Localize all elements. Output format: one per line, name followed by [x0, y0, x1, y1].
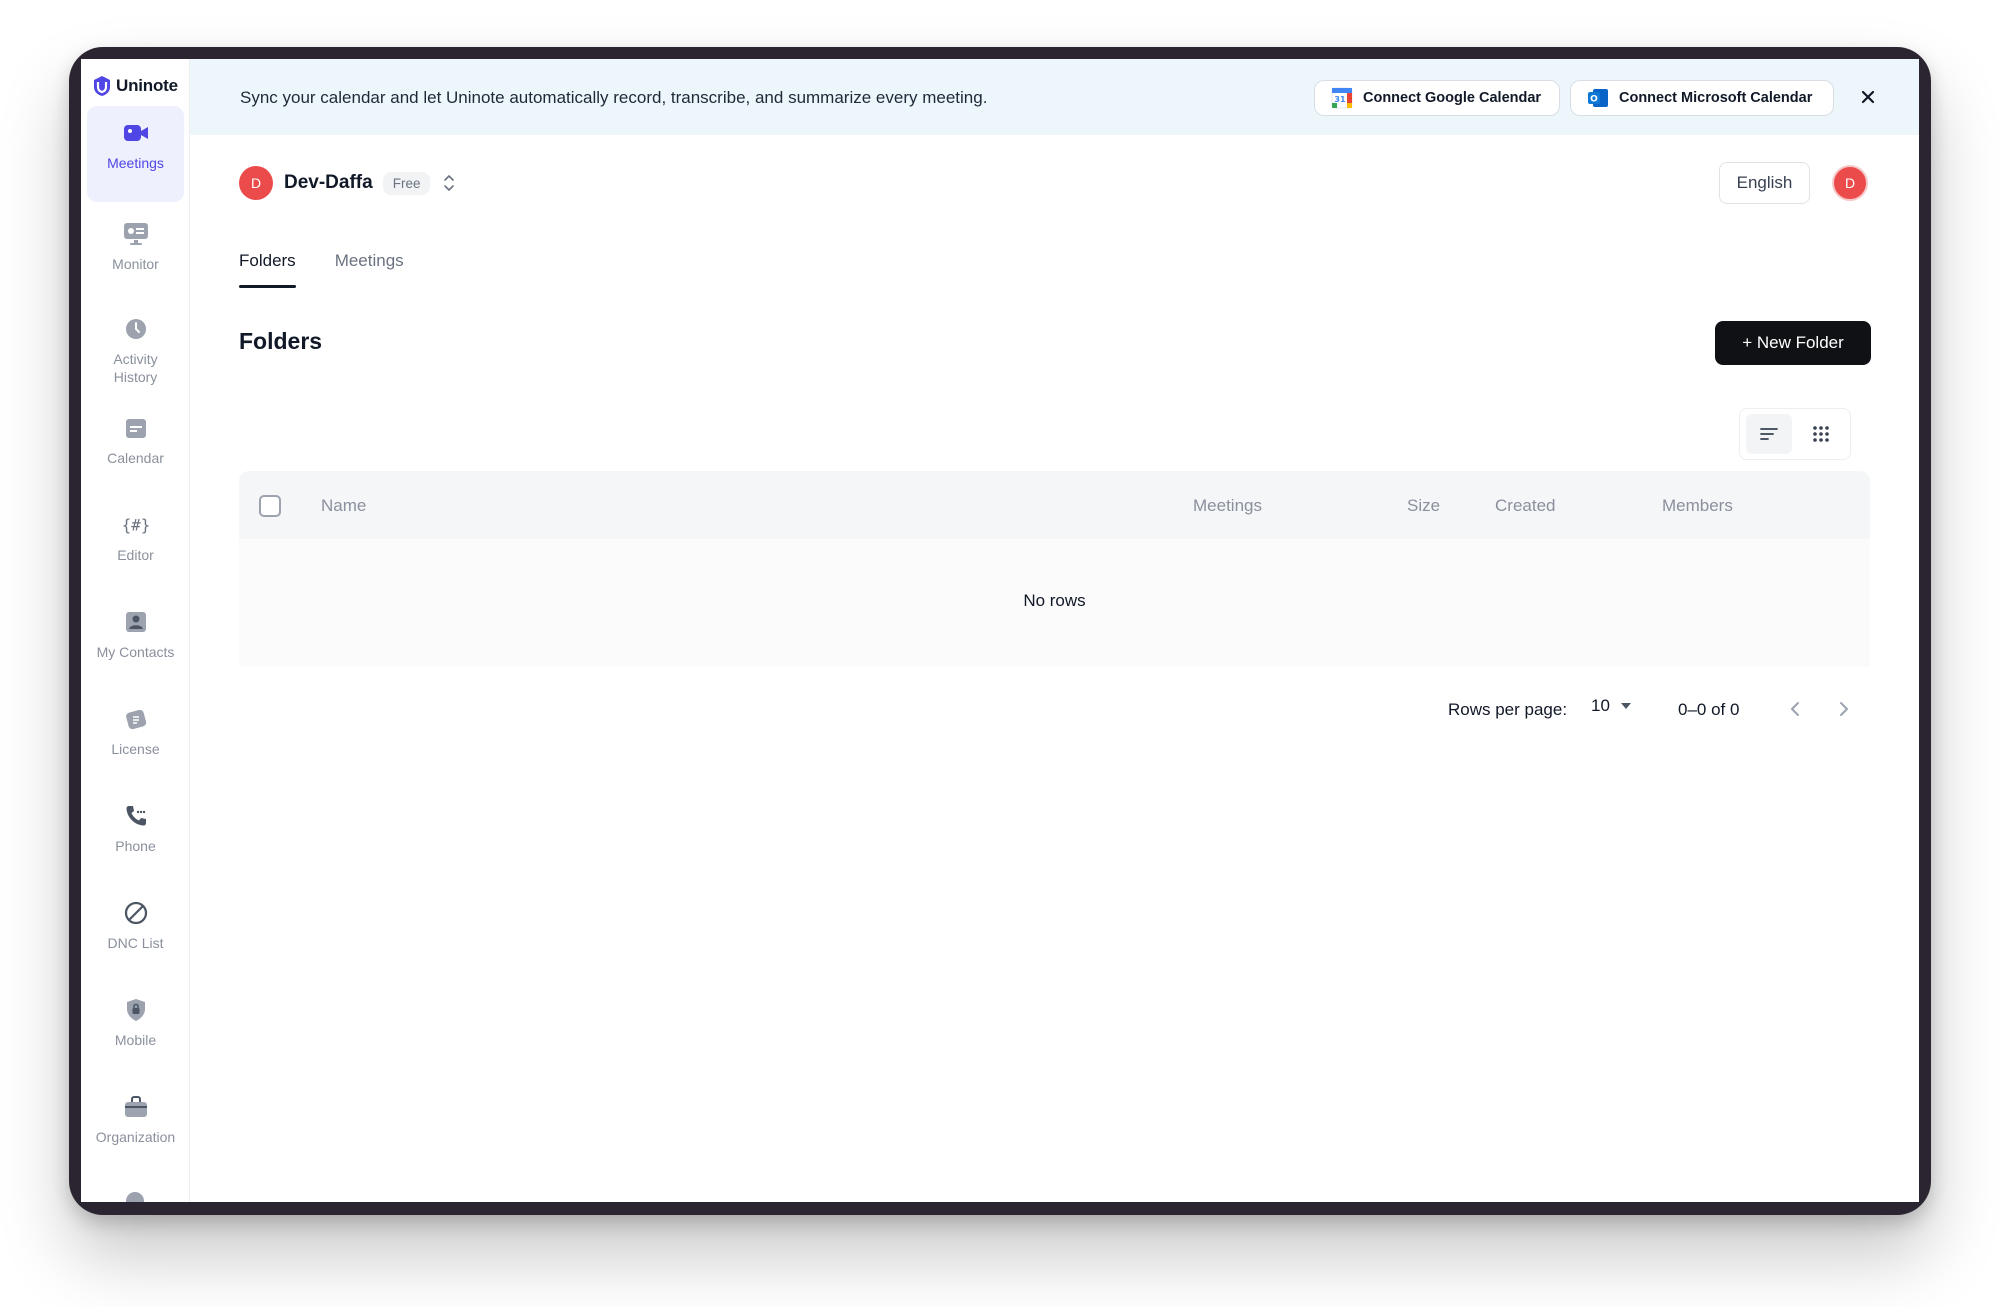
- list-view-icon: [1760, 428, 1778, 440]
- hash-braces-icon: {#}: [123, 512, 149, 538]
- select-all-checkbox[interactable]: [259, 495, 281, 517]
- sidebar-item-editor[interactable]: {#} Editor: [87, 508, 184, 588]
- column-header-meetings[interactable]: Meetings: [1193, 496, 1262, 516]
- sidebar-item-label: My Contacts: [96, 644, 175, 660]
- table-body: No rows: [239, 539, 1870, 667]
- user-avatar[interactable]: D: [1832, 165, 1868, 201]
- contact-icon: [123, 609, 149, 635]
- sidebar-item-label: DNC List: [107, 935, 164, 951]
- svg-text:O: O: [1590, 95, 1598, 105]
- workspace-switcher[interactable]: D Dev-Daffa Free: [239, 166, 456, 200]
- column-header-members[interactable]: Members: [1662, 496, 1733, 516]
- plan-badge: Free: [382, 171, 431, 195]
- app-window: Uninote Meetings Monitor Activity Histor…: [81, 59, 1919, 1202]
- outlook-icon: O: [1588, 89, 1608, 107]
- briefcase-icon: [123, 1094, 149, 1120]
- sidebar: Uninote Meetings Monitor Activity Histor…: [81, 59, 190, 1202]
- list-view-button[interactable]: [1746, 414, 1792, 454]
- sidebar-item-mobile[interactable]: Mobile: [87, 993, 184, 1073]
- pagination-range: 0–0 of 0: [1678, 700, 1740, 719]
- tab-bar: Folders Meetings: [239, 251, 404, 288]
- sidebar-item-label: Monitor: [112, 256, 159, 272]
- column-header-name[interactable]: Name: [321, 496, 366, 516]
- google-calendar-label: Connect Google Calendar: [1363, 90, 1542, 106]
- clock-icon: [123, 316, 149, 342]
- sidebar-item-label: Editor: [117, 547, 154, 563]
- sidebar-item-label: Meetings: [107, 155, 164, 171]
- view-toggle: [1739, 408, 1851, 460]
- page-title: Folders: [239, 328, 323, 354]
- sidebar-item-label: License: [111, 741, 160, 757]
- microsoft-calendar-label: Connect Microsoft Calendar: [1619, 90, 1813, 106]
- monitor-icon: [123, 221, 149, 247]
- sidebar-item-calendar[interactable]: Calendar: [87, 411, 184, 491]
- sidebar-item-label: Mobile: [114, 1032, 157, 1048]
- connect-google-calendar-button[interactable]: 31 Connect Google Calendar: [1314, 80, 1560, 116]
- sidebar-overflow-icon: [123, 1189, 147, 1202]
- sidebar-item-license[interactable]: License: [87, 702, 184, 782]
- banner-text: Sync your calendar and let Uninote autom…: [240, 88, 988, 107]
- no-entry-icon: [123, 900, 149, 926]
- tab-folders[interactable]: Folders: [239, 251, 296, 288]
- mobile-lock-icon: [123, 997, 149, 1023]
- svg-text:31: 31: [1334, 95, 1346, 104]
- grid-view-button[interactable]: [1798, 414, 1844, 454]
- next-page-button[interactable]: [1833, 697, 1855, 721]
- license-icon: [123, 706, 149, 732]
- phone-icon: [123, 803, 149, 829]
- calendar-icon: [123, 415, 149, 441]
- sidebar-item-label: Calendar: [107, 450, 164, 466]
- workspace-name: Dev-Daffa: [284, 172, 373, 193]
- uninote-logo-icon: [94, 76, 110, 96]
- sidebar-item-organization[interactable]: Organization: [87, 1090, 184, 1170]
- language-selector[interactable]: English: [1719, 162, 1810, 204]
- sidebar-item-activity-history[interactable]: Activity History: [87, 312, 184, 402]
- previous-page-button[interactable]: [1784, 697, 1806, 721]
- app-logo[interactable]: Uninote: [92, 75, 178, 97]
- workspace-avatar: D: [239, 166, 273, 200]
- caret-down-icon: [1620, 703, 1631, 709]
- calendar-sync-banner: Sync your calendar and let Uninote autom…: [190, 59, 1919, 135]
- close-icon[interactable]: [1857, 86, 1879, 108]
- rows-per-page-select[interactable]: 10: [1591, 696, 1632, 716]
- connect-microsoft-calendar-button[interactable]: O Connect Microsoft Calendar: [1570, 80, 1834, 116]
- table-header: Name Meetings Size Created Members: [239, 471, 1870, 539]
- empty-state-text: No rows: [1023, 591, 1086, 610]
- sidebar-item-phone[interactable]: Phone: [87, 799, 184, 879]
- folders-table: Name Meetings Size Created Members No ro…: [239, 471, 1870, 667]
- tab-meetings[interactable]: Meetings: [335, 251, 404, 288]
- chevron-right-icon: [1840, 702, 1848, 716]
- column-header-created[interactable]: Created: [1495, 496, 1555, 516]
- sidebar-item-dnc-list[interactable]: DNC List: [87, 896, 184, 976]
- sidebar-item-meetings[interactable]: Meetings: [87, 106, 184, 202]
- grid-view-icon: [1813, 426, 1829, 442]
- sidebar-item-label: Activity History: [113, 351, 158, 385]
- column-header-size[interactable]: Size: [1407, 496, 1440, 516]
- google-calendar-icon: 31: [1331, 87, 1353, 109]
- app-name: Uninote: [116, 76, 178, 95]
- sidebar-item-my-contacts[interactable]: My Contacts: [87, 605, 184, 685]
- new-folder-button[interactable]: + New Folder: [1715, 321, 1871, 365]
- video-camera-icon: [123, 120, 149, 146]
- rows-per-page-value: 10: [1591, 696, 1610, 715]
- sidebar-item-monitor[interactable]: Monitor: [87, 215, 184, 295]
- chevron-left-icon: [1791, 702, 1799, 716]
- rows-per-page-label: Rows per page:: [1448, 700, 1568, 719]
- sidebar-item-label: Phone: [115, 838, 156, 854]
- sidebar-item-label: Organization: [95, 1129, 176, 1145]
- svg-text:{#}: {#}: [123, 516, 149, 535]
- chevron-up-down-icon[interactable]: [442, 173, 456, 193]
